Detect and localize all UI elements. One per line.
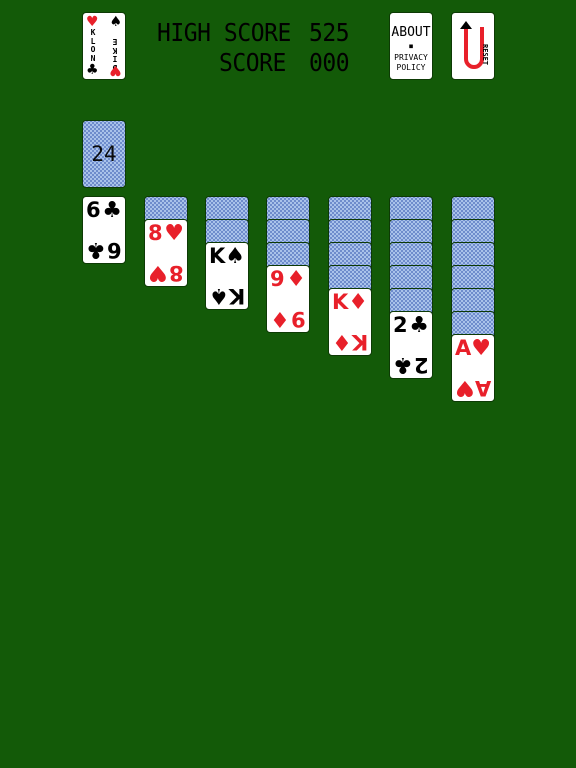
- card-rank: 6: [86, 198, 101, 222]
- tableau-face-up-card[interactable]: 9 ♦ 9 ♦: [266, 265, 310, 333]
- logo-heart-icon: ♥: [86, 14, 99, 30]
- tableau-face-up-card[interactable]: 8 ♥ 8 ♥: [144, 219, 188, 287]
- card-rank: K: [228, 284, 245, 308]
- tableau-face-up-card[interactable]: 2 ♣ 2 ♣: [389, 311, 433, 379]
- logo-letter: E: [112, 37, 118, 47]
- tableau-face-up-card[interactable]: K ♦ K ♦: [328, 288, 372, 356]
- heart-icon: ♥: [148, 260, 168, 285]
- tableau-face-up-card[interactable]: K ♠ K ♠: [205, 242, 249, 310]
- score-value: 000: [309, 48, 350, 77]
- card-rank: K: [332, 290, 349, 314]
- diamond-icon: ♦: [286, 267, 306, 292]
- high-score-label: HIGH SCORE: [157, 18, 291, 47]
- policy-label: POLICY: [396, 63, 426, 72]
- card-rank: 9: [270, 267, 285, 291]
- diamond-icon: ♦: [348, 290, 368, 315]
- privacy-label: PRIVACY: [394, 53, 428, 62]
- card-rank: 2: [393, 313, 408, 337]
- diamond-icon: ♦: [332, 329, 352, 354]
- club-icon: ♣: [86, 237, 106, 262]
- card-rank: 9: [291, 307, 306, 331]
- about-privacy-button[interactable]: ABOUT ■ PRIVACY POLICY: [389, 12, 433, 80]
- club-icon: ♣: [102, 198, 122, 223]
- card-rank: 8: [148, 221, 163, 245]
- club-icon: ♣: [409, 313, 429, 338]
- reset-button[interactable]: RESET: [451, 12, 495, 80]
- card-rank: 2: [414, 353, 429, 377]
- heart-icon: ♥: [471, 336, 491, 361]
- tableau-face-up-card[interactable]: A ♥ A ♥: [451, 334, 495, 402]
- stock-count: 24: [91, 142, 117, 166]
- club-icon: ♣: [393, 352, 413, 377]
- logo-spade-icon: ♠: [109, 14, 122, 30]
- card-rank: A: [474, 376, 491, 400]
- card-rank: K: [351, 330, 368, 354]
- logo-heart-bottom-icon: ♥: [109, 62, 122, 78]
- logo-letter: K: [112, 46, 118, 55]
- high-score-value: 525: [309, 18, 350, 47]
- heart-icon: ♥: [455, 375, 475, 400]
- stock-pile[interactable]: 24: [82, 120, 126, 188]
- diamond-icon: ♦: [270, 306, 290, 331]
- reset-label: RESET: [481, 44, 489, 66]
- card-rank: 6: [107, 238, 122, 262]
- spade-icon: ♠: [209, 283, 229, 308]
- bullet-icon: ■: [409, 43, 413, 50]
- score-label: SCORE: [219, 48, 286, 77]
- about-label: ABOUT: [391, 25, 431, 40]
- card-rank: K: [209, 244, 226, 268]
- logo-letters-left: K L O N: [88, 28, 98, 63]
- spade-icon: ♠: [225, 244, 245, 269]
- card-rank: A: [455, 336, 472, 360]
- heart-icon: ♥: [164, 221, 184, 246]
- logo-club-icon: ♣: [86, 62, 99, 78]
- klondike-logo-card: ♥ K L O N ♣ ♠ D I K E ♥: [82, 12, 126, 80]
- waste-pile-card[interactable]: 6 ♣ 6 ♣: [82, 196, 126, 264]
- card-rank: 8: [169, 261, 184, 285]
